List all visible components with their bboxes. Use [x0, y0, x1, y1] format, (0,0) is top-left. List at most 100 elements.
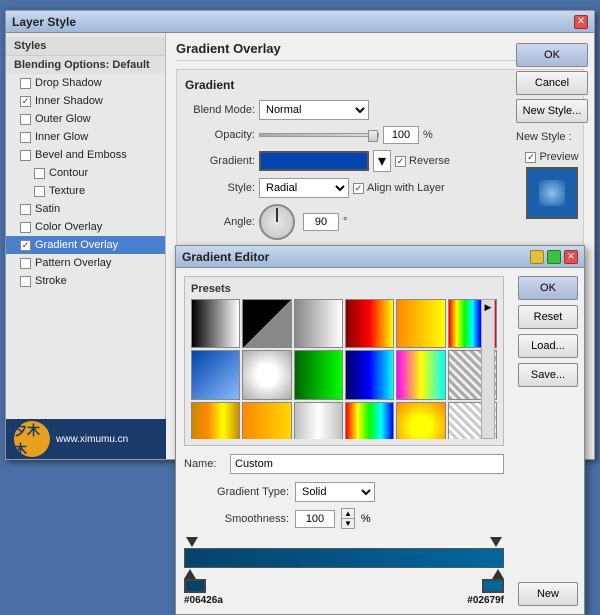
sidebar: Styles Blending Options: Default Drop Sh…	[6, 33, 166, 459]
preset-16[interactable]	[345, 402, 394, 439]
gradient-editor-body: Presets	[176, 268, 584, 614]
gradient-preview[interactable]	[259, 151, 369, 171]
outer-glow-checkbox[interactable]	[20, 114, 31, 125]
preview-thumbnail	[526, 167, 578, 219]
name-input[interactable]	[230, 454, 504, 474]
preset-2[interactable]	[242, 299, 291, 348]
preset-3[interactable]	[294, 299, 343, 348]
smoothness-label: Smoothness:	[184, 513, 289, 525]
smoothness-down[interactable]: ▼	[342, 519, 354, 528]
ge-ok-button[interactable]: OK	[518, 276, 578, 300]
drop-shadow-checkbox[interactable]	[20, 78, 31, 89]
preset-14[interactable]	[242, 402, 291, 439]
preset-8[interactable]	[242, 350, 291, 399]
ge-new-button[interactable]: New	[518, 582, 578, 606]
preset-11[interactable]	[396, 350, 445, 399]
right-color-swatch[interactable]	[482, 579, 504, 593]
left-color-stop: #06426a	[184, 579, 223, 606]
opacity-stop-left[interactable]	[186, 537, 198, 547]
ge-window-controls: ✕	[530, 250, 578, 264]
ok-button[interactable]: OK	[516, 43, 588, 67]
color-overlay-checkbox[interactable]	[20, 222, 31, 233]
align-layer-checkbox[interactable]: ✓	[353, 183, 364, 194]
preset-15[interactable]	[294, 402, 343, 439]
ge-maximize-btn[interactable]	[547, 250, 561, 264]
preset-4[interactable]	[345, 299, 394, 348]
preset-17[interactable]	[396, 402, 445, 439]
sidebar-item-drop-shadow[interactable]: Drop Shadow	[6, 74, 165, 92]
angle-input[interactable]	[303, 213, 339, 231]
sidebar-item-inner-glow[interactable]: Inner Glow	[6, 128, 165, 146]
gradient-dropdown-btn[interactable]: ▾	[373, 150, 391, 172]
opacity-thumb[interactable]	[368, 130, 378, 142]
right-buttons-panel: OK Cancel New Style... New Style : ✓ Pre…	[516, 43, 588, 219]
smoothness-stepper[interactable]: ▲ ▼	[341, 508, 355, 529]
color-stop-right-arrow[interactable]	[492, 569, 504, 579]
blend-mode-select[interactable]: Normal	[259, 100, 369, 120]
texture-checkbox[interactable]	[34, 186, 45, 197]
preset-9[interactable]	[294, 350, 343, 399]
opacity-slider[interactable]	[259, 133, 379, 137]
preset-1[interactable]	[191, 299, 240, 348]
sidebar-item-pattern-overlay[interactable]: Pattern Overlay	[6, 254, 165, 272]
left-color-swatch[interactable]	[184, 579, 206, 593]
gradient-editor-title: Gradient Editor	[182, 250, 269, 264]
pattern-overlay-checkbox[interactable]	[20, 258, 31, 269]
inner-shadow-checkbox[interactable]: ✓	[20, 96, 31, 107]
blend-mode-label: Blend Mode:	[185, 104, 255, 116]
presets-title: Presets	[191, 283, 497, 295]
inner-glow-checkbox[interactable]	[20, 132, 31, 143]
contour-checkbox[interactable]	[34, 168, 45, 179]
sidebar-item-inner-shadow[interactable]: ✓ Inner Shadow	[6, 92, 165, 110]
close-button[interactable]: ✕	[574, 15, 588, 29]
style-select[interactable]: Radial	[259, 178, 349, 198]
cancel-button[interactable]: Cancel	[516, 71, 588, 95]
preset-10[interactable]	[345, 350, 394, 399]
angle-unit: °	[343, 216, 347, 228]
gradient-bar-container	[184, 537, 504, 569]
preview-checkbox[interactable]: ✓	[525, 152, 536, 163]
ge-load-button[interactable]: Load...	[518, 334, 578, 358]
opacity-stops	[184, 537, 504, 547]
smoothness-row: Smoothness: ▲ ▼ %	[184, 508, 504, 529]
sidebar-item-stroke[interactable]: Stroke	[6, 272, 165, 290]
smoothness-up[interactable]: ▲	[342, 509, 354, 519]
color-stop-left-arrow[interactable]	[184, 569, 196, 579]
sidebar-blending-options[interactable]: Blending Options: Default	[6, 56, 165, 74]
stroke-checkbox[interactable]	[20, 276, 31, 287]
gradient-overlay-checkbox[interactable]: ✓	[20, 240, 31, 251]
sidebar-item-bevel-emboss[interactable]: Bevel and Emboss	[6, 146, 165, 164]
gradient-type-select[interactable]: Solid	[295, 482, 375, 502]
sidebar-item-color-overlay[interactable]: Color Overlay	[6, 218, 165, 236]
preview-inner	[535, 176, 569, 210]
preset-7[interactable]	[191, 350, 240, 399]
preset-13[interactable]	[191, 402, 240, 439]
sidebar-item-outer-glow[interactable]: Outer Glow	[6, 110, 165, 128]
color-stops-row	[184, 569, 504, 579]
gradient-bar-section: #06426a #02679f	[184, 537, 504, 606]
presets-section: Presets	[184, 276, 504, 446]
ge-close-btn[interactable]: ✕	[564, 250, 578, 264]
smoothness-input[interactable]	[295, 510, 335, 528]
gradient-label: Gradient:	[185, 155, 255, 167]
layer-style-title: Layer Style	[12, 15, 76, 29]
gradient-type-label: Gradient Type:	[184, 486, 289, 498]
preset-5[interactable]	[396, 299, 445, 348]
satin-checkbox[interactable]	[20, 204, 31, 215]
opacity-stop-right[interactable]	[490, 537, 502, 547]
presets-menu-btn[interactable]: ▶	[481, 299, 495, 439]
opacity-input[interactable]	[383, 126, 419, 144]
sidebar-item-gradient-overlay[interactable]: ✓ Gradient Overlay	[6, 236, 165, 254]
angle-dial[interactable]	[259, 204, 295, 240]
bevel-emboss-checkbox[interactable]	[20, 150, 31, 161]
sidebar-item-contour[interactable]: Contour	[6, 164, 165, 182]
ge-minimize-btn[interactable]	[530, 250, 544, 264]
sidebar-item-satin[interactable]: Satin	[6, 200, 165, 218]
new-style-colon-area: New Style :	[516, 129, 588, 143]
sidebar-item-texture[interactable]: Texture	[6, 182, 165, 200]
reverse-checkbox[interactable]: ✓	[395, 156, 406, 167]
ge-save-button[interactable]: Save...	[518, 363, 578, 387]
new-style-button[interactable]: New Style...	[516, 99, 588, 123]
ge-reset-button[interactable]: Reset	[518, 305, 578, 329]
gradient-bar[interactable]	[184, 548, 504, 568]
